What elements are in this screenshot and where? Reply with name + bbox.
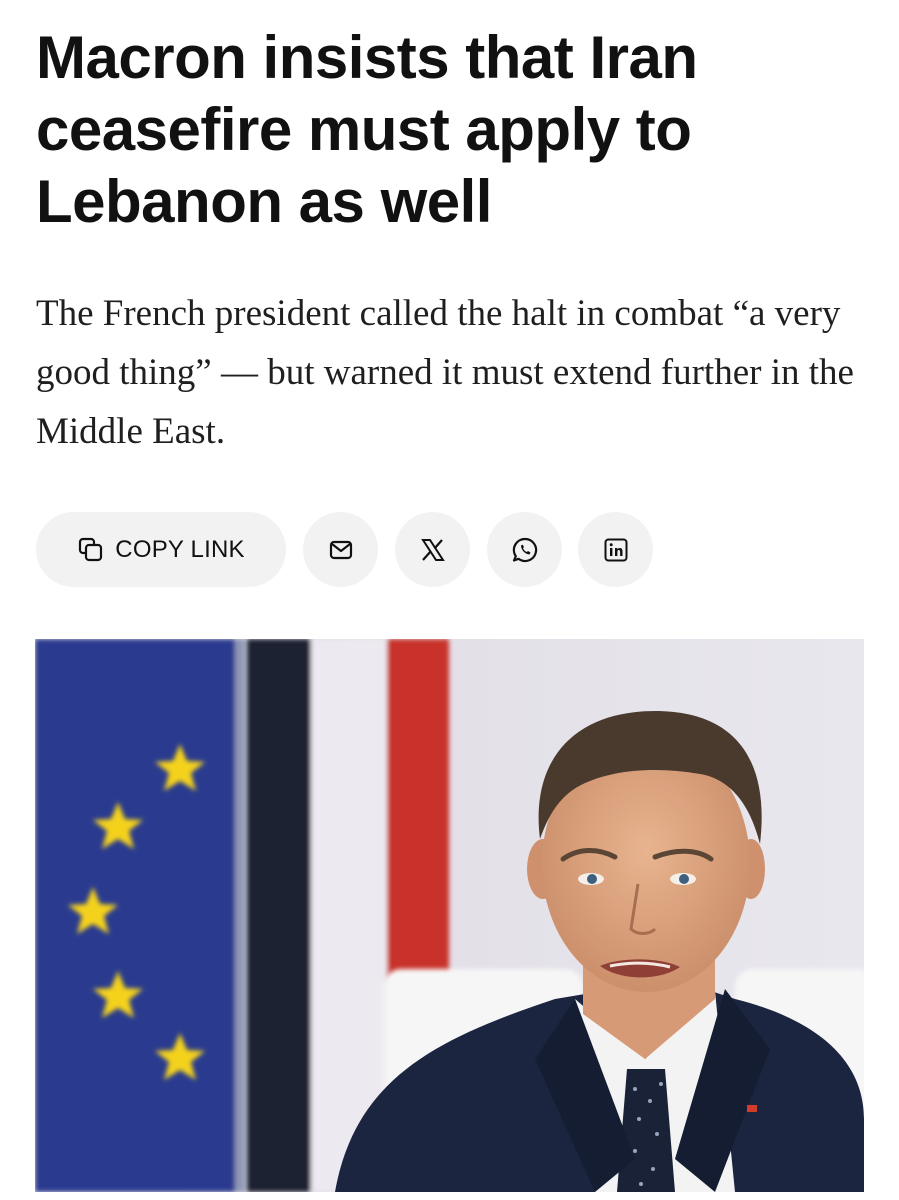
whatsapp-icon [511,536,539,564]
linkedin-icon [603,537,629,563]
share-bar: COPY LINK [36,512,676,587]
share-whatsapp-button[interactable] [487,512,562,587]
eu-flag [35,639,245,1192]
x-logo-icon [420,537,446,563]
share-x-button[interactable] [395,512,470,587]
article-headline: Macron insists that Iran ceasefire must … [36,24,698,235]
share-email-button[interactable] [303,512,378,587]
article-dek: The French president called the halt in … [36,293,854,452]
copy-link-button[interactable]: COPY LINK [36,512,286,587]
share-linkedin-button[interactable] [578,512,653,587]
article-photo [35,639,864,1192]
mail-icon [328,537,354,563]
copy-link-label: COPY LINK [115,535,245,563]
copy-icon [77,536,105,564]
